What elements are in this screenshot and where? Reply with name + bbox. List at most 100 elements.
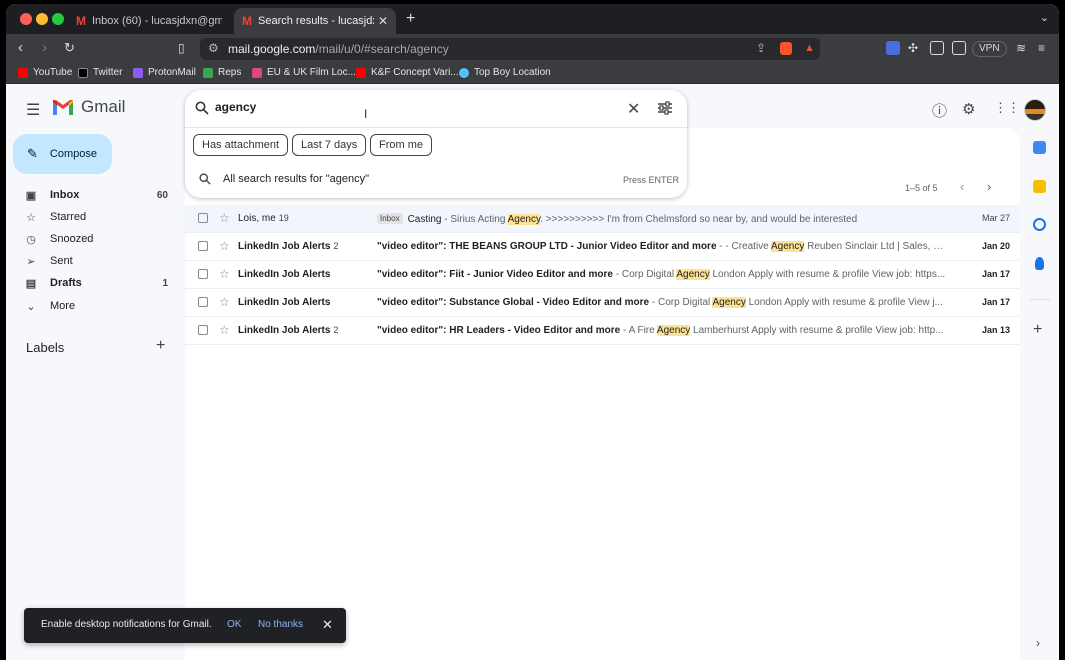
tab-title: Inbox (60) - lucasjdxn@gmail.com [92,15,222,27]
nav-snoozed[interactable]: ◷ Snoozed [24,229,174,249]
email-row[interactable]: ☆ LinkedIn Job Alerts "video editor": Su… [185,289,1020,317]
select-checkbox[interactable] [198,297,208,307]
youtube-icon [356,67,366,78]
bookmark-reps[interactable]: Reps [203,67,241,78]
toast-no-thanks-button[interactable]: No thanks [258,619,303,630]
calendar-icon[interactable] [1033,141,1046,154]
get-addons-button[interactable]: + [1033,321,1042,339]
share-icon[interactable]: ⇪ [756,41,766,55]
address-bar[interactable]: ⚙ mail.google.com/mail/u/0/#search/agenc… [200,38,820,60]
next-page-button[interactable]: › [987,179,991,194]
email-row[interactable]: ☆ LinkedIn Job Alerts 2 "video editor": T… [185,233,1020,261]
sidebar-toggle-icon[interactable] [930,41,944,55]
email-content: "video editor": Fiit - Junior Video Edit… [377,269,946,280]
bookmark-eu-uk-film[interactable]: EU & UK Film Loc... [252,67,356,78]
email-row[interactable]: ☆ LinkedIn Job Alerts 2 "video editor": H… [185,317,1020,345]
inbox-label-badge[interactable]: Inbox [377,213,403,224]
suggestion-text: All search results for "agency" [223,173,369,185]
bookmark-top-boy[interactable]: Top Boy Location [459,67,551,78]
help-icon[interactable]: ⓘ [932,100,947,121]
vpn-button[interactable]: VPN [972,41,1007,57]
main-menu-icon[interactable]: ☰ [26,100,40,120]
forward-button[interactable]: › [42,40,47,56]
star-icon: ☆ [26,211,36,224]
tab-search-results[interactable]: M Search results - lucasjdxn@gmail.com ✕ [234,8,396,34]
nav-count: 1 [162,277,168,289]
previous-page-button[interactable]: ‹ [960,179,964,194]
account-avatar[interactable] [1024,99,1046,121]
select-checkbox[interactable] [198,325,208,335]
inbox-icon: ▣ [25,189,37,202]
site-settings-icon[interactable]: ⚙ [208,41,219,55]
add-label-button[interactable]: + [156,337,165,355]
keep-icon[interactable] [1033,180,1046,193]
star-icon[interactable]: ☆ [219,267,230,281]
gmail-logo[interactable]: Gmail [52,97,125,117]
brave-rewards-icon[interactable]: ▲ [804,42,815,54]
search-suggestion[interactable]: All search results for "agency" Press EN… [185,166,687,194]
apps-grid-icon[interactable]: ⋮⋮ [994,100,1020,116]
nav-inbox[interactable]: ▣ Inbox 60 [24,185,174,205]
clear-search-icon[interactable]: ✕ [627,99,640,119]
bookmark-kf-concept[interactable]: K&F Concept Vari... [356,67,459,78]
nav-sent[interactable]: ➢ Sent [24,251,174,271]
chip-from-me[interactable]: From me [370,134,432,156]
minimize-window-button[interactable] [36,13,48,25]
extensions-puzzle-icon[interactable]: ✣ [908,41,922,55]
new-tab-button[interactable]: + [406,10,415,28]
select-checkbox[interactable] [198,213,208,223]
bookmark-twitter[interactable]: Twitter [78,67,122,78]
close-icon[interactable]: ✕ [322,617,333,633]
email-content: "video editor": HR Leaders - Video Edito… [377,325,944,336]
nav-label: More [50,300,76,312]
nav-drafts[interactable]: ▤ Drafts 1 [24,273,174,293]
email-row[interactable]: ☆ LinkedIn Job Alerts "video editor": Fi… [185,261,1020,289]
back-button[interactable]: ‹ [18,40,23,56]
star-icon[interactable]: ☆ [219,211,230,225]
close-window-button[interactable] [20,13,32,25]
search-icon[interactable] [195,101,209,115]
toast-ok-button[interactable]: OK [227,619,241,630]
maximize-window-button[interactable] [52,13,64,25]
browser-menu-icon[interactable]: ≡ [1038,40,1045,56]
brave-shields-icon[interactable] [780,42,792,55]
chip-last-7-days[interactable]: Last 7 days [292,134,367,156]
search-panel: ✕ Has attachment Last 7 days From me All… [185,90,687,198]
bookmark-icon[interactable]: ▯ [178,40,185,56]
toast-message: Enable desktop notifications for Gmail. [41,619,212,630]
press-enter-hint: Press ENTER [622,175,679,185]
draft-icon: ▤ [25,277,37,290]
notification-toast: Enable desktop notifications for Gmail. … [24,608,346,643]
reload-button[interactable]: ↻ [64,40,75,56]
nav-more[interactable]: ⌄ More [24,296,174,316]
star-icon[interactable]: ☆ [219,295,230,309]
bookmark-protonmail[interactable]: ProtonMail [133,67,196,78]
search-options-icon[interactable] [657,101,673,115]
compose-button[interactable]: ✎ Compose [13,134,112,174]
email-date: Jan 17 [981,297,1010,307]
email-sender: LinkedIn Job Alerts [238,269,331,280]
leo-ai-icon[interactable]: ≋ [1016,40,1026,56]
tab-list-chevron-icon[interactable]: ⌄ [1040,11,1049,24]
clock-icon: ◷ [26,233,36,246]
search-input[interactable] [215,100,415,114]
select-checkbox[interactable] [198,269,208,279]
settings-gear-icon[interactable]: ⚙ [962,100,975,118]
nav-starred[interactable]: ☆ Starred [24,207,174,227]
tab-inbox[interactable]: M Inbox (60) - lucasjdxn@gmail.com [68,8,230,34]
select-checkbox[interactable] [198,241,208,251]
close-tab-icon[interactable]: ✕ [378,14,388,28]
chip-has-attachment[interactable]: Has attachment [193,134,289,156]
email-sender: LinkedIn Job Alerts 2 [238,241,339,252]
contacts-icon[interactable] [1035,257,1044,270]
wallet-icon[interactable] [952,41,966,55]
bookmark-youtube[interactable]: YouTube [18,67,72,78]
star-icon[interactable]: ☆ [219,323,230,337]
extension-shield-icon[interactable] [886,41,900,55]
nav-label: Inbox [50,189,80,201]
email-date: Jan 17 [981,269,1010,279]
tasks-icon[interactable] [1033,218,1046,231]
email-row[interactable]: ☆ Lois, me 19 Inbox Casting - Sirius Actin… [185,205,1020,233]
star-icon[interactable]: ☆ [219,239,230,253]
hide-side-panel-icon[interactable]: › [1036,636,1040,650]
